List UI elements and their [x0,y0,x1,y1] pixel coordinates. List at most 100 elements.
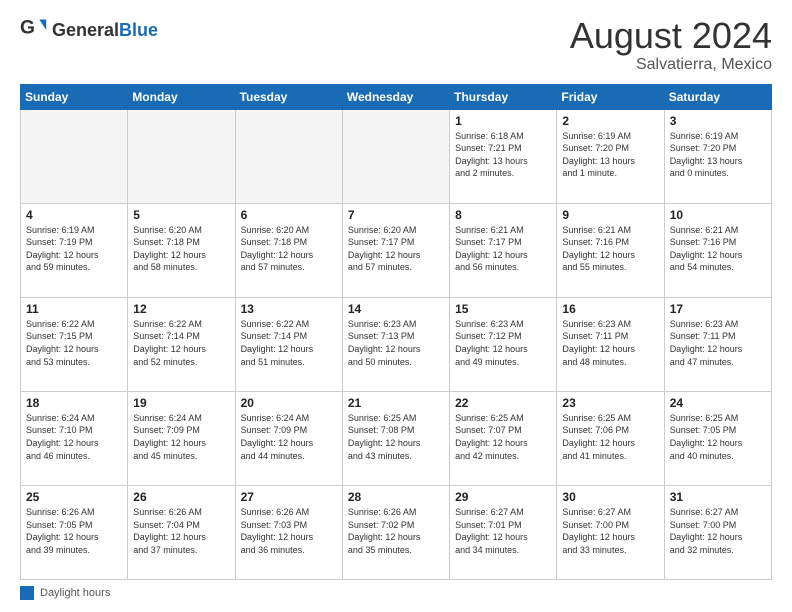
day-info: Sunrise: 6:26 AM Sunset: 7:05 PM Dayligh… [26,506,122,556]
day-info: Sunrise: 6:19 AM Sunset: 7:19 PM Dayligh… [26,224,122,274]
calendar-cell: 10 Sunrise: 6:21 AM Sunset: 7:16 PM Dayli… [664,203,771,297]
day-info: Sunrise: 6:22 AM Sunset: 7:14 PM Dayligh… [241,318,337,368]
col-wednesday: Wednesday [342,84,449,109]
calendar-cell: 11Sunrise: 6:22 AM Sunset: 7:15 PM Dayli… [21,297,128,391]
calendar-cell: 30Sunrise: 6:27 AM Sunset: 7:00 PM Dayli… [557,485,664,579]
title-block: August 2024 Salvatierra, Mexico [570,16,772,74]
logo: G GeneralBlue [20,16,158,44]
calendar-cell: 3Sunrise: 6:19 AM Sunset: 7:20 PM Daylig… [664,109,771,203]
day-number: 29 [455,490,551,504]
day-info: Sunrise: 6:25 AM Sunset: 7:07 PM Dayligh… [455,412,551,462]
day-info: Sunrise: 6:26 AM Sunset: 7:03 PM Dayligh… [241,506,337,556]
col-sunday: Sunday [21,84,128,109]
day-number: 5 [133,208,229,222]
day-number: 26 [133,490,229,504]
calendar-week-2: 4 Sunrise: 6:19 AM Sunset: 7:19 PM Daylig… [21,203,772,297]
day-number: 21 [348,396,444,410]
day-number: 12 [133,302,229,316]
day-info: Sunrise: 6:18 AM Sunset: 7:21 PM Dayligh… [455,130,551,180]
calendar-cell: 20Sunrise: 6:24 AM Sunset: 7:09 PM Dayli… [235,391,342,485]
calendar-cell: 9Sunrise: 6:21 AM Sunset: 7:16 PM Daylig… [557,203,664,297]
calendar-week-1: 1 Sunrise: 6:18 AM Sunset: 7:21 PM Daylig… [21,109,772,203]
calendar-cell: 28Sunrise: 6:26 AM Sunset: 7:02 PM Dayli… [342,485,449,579]
calendar-cell: 23 Sunrise: 6:25 AM Sunset: 7:06 PM Dayli… [557,391,664,485]
day-info: Sunrise: 6:27 AM Sunset: 7:00 PM Dayligh… [562,506,658,556]
calendar-cell: 14 Sunrise: 6:23 AM Sunset: 7:13 PM Dayli… [342,297,449,391]
day-number: 8 [455,208,551,222]
month-year: August 2024 [570,16,772,56]
day-number: 27 [241,490,337,504]
day-info: Sunrise: 6:23 AM Sunset: 7:11 PM Dayligh… [670,318,766,368]
day-number: 9 [562,208,658,222]
calendar-cell: 1 Sunrise: 6:18 AM Sunset: 7:21 PM Daylig… [450,109,557,203]
calendar-cell [235,109,342,203]
legend-color-box [20,586,34,600]
calendar-cell [342,109,449,203]
page: G GeneralBlue August 2024 Salvatierra, M… [0,0,792,612]
logo-blue: Blue [119,20,158,40]
col-thursday: Thursday [450,84,557,109]
col-friday: Friday [557,84,664,109]
day-number: 31 [670,490,766,504]
day-info: Sunrise: 6:26 AM Sunset: 7:02 PM Dayligh… [348,506,444,556]
svg-text:G: G [20,18,35,39]
calendar-cell: 24 Sunrise: 6:25 AM Sunset: 7:05 PM Dayli… [664,391,771,485]
day-info: Sunrise: 6:25 AM Sunset: 7:05 PM Dayligh… [670,412,766,462]
day-number: 1 [455,114,551,128]
day-info: Sunrise: 6:27 AM Sunset: 7:01 PM Dayligh… [455,506,551,556]
day-number: 15 [455,302,551,316]
day-info: Sunrise: 6:22 AM Sunset: 7:14 PM Dayligh… [133,318,229,368]
day-info: Sunrise: 6:23 AM Sunset: 7:13 PM Dayligh… [348,318,444,368]
col-saturday: Saturday [664,84,771,109]
logo-icon: G [20,16,48,44]
calendar-cell: 4 Sunrise: 6:19 AM Sunset: 7:19 PM Daylig… [21,203,128,297]
day-number: 23 [562,396,658,410]
day-info: Sunrise: 6:21 AM Sunset: 7:16 PM Dayligh… [670,224,766,274]
calendar-cell: 12 Sunrise: 6:22 AM Sunset: 7:14 PM Dayli… [128,297,235,391]
day-number: 22 [455,396,551,410]
day-number: 11 [26,302,122,316]
header: G GeneralBlue August 2024 Salvatierra, M… [20,16,772,74]
day-number: 4 [26,208,122,222]
calendar-cell: 7Sunrise: 6:20 AM Sunset: 7:17 PM Daylig… [342,203,449,297]
day-number: 16 [562,302,658,316]
day-info: Sunrise: 6:23 AM Sunset: 7:11 PM Dayligh… [562,318,658,368]
calendar-cell [128,109,235,203]
day-number: 7 [348,208,444,222]
day-number: 25 [26,490,122,504]
calendar-cell: 17 Sunrise: 6:23 AM Sunset: 7:11 PM Dayli… [664,297,771,391]
day-number: 24 [670,396,766,410]
logo-general: General [52,20,119,40]
calendar-cell: 5 Sunrise: 6:20 AM Sunset: 7:18 PM Daylig… [128,203,235,297]
day-info: Sunrise: 6:24 AM Sunset: 7:10 PM Dayligh… [26,412,122,462]
legend-label: Daylight hours [40,587,110,599]
day-number: 19 [133,396,229,410]
day-number: 10 [670,208,766,222]
day-number: 2 [562,114,658,128]
day-info: Sunrise: 6:21 AM Sunset: 7:17 PM Dayligh… [455,224,551,274]
calendar-cell: 19 Sunrise: 6:24 AM Sunset: 7:09 PM Dayli… [128,391,235,485]
day-number: 13 [241,302,337,316]
col-monday: Monday [128,84,235,109]
calendar-cell: 27 Sunrise: 6:26 AM Sunset: 7:03 PM Dayli… [235,485,342,579]
calendar-cell: 8 Sunrise: 6:21 AM Sunset: 7:17 PM Daylig… [450,203,557,297]
day-number: 17 [670,302,766,316]
day-info: Sunrise: 6:25 AM Sunset: 7:06 PM Dayligh… [562,412,658,462]
calendar-cell: 25 Sunrise: 6:26 AM Sunset: 7:05 PM Dayli… [21,485,128,579]
day-info: Sunrise: 6:25 AM Sunset: 7:08 PM Dayligh… [348,412,444,462]
day-info: Sunrise: 6:20 AM Sunset: 7:18 PM Dayligh… [241,224,337,274]
calendar-cell: 22 Sunrise: 6:25 AM Sunset: 7:07 PM Dayli… [450,391,557,485]
calendar-cell: 18Sunrise: 6:24 AM Sunset: 7:10 PM Dayli… [21,391,128,485]
calendar-cell [21,109,128,203]
day-info: Sunrise: 6:24 AM Sunset: 7:09 PM Dayligh… [241,412,337,462]
calendar-cell: 6Sunrise: 6:20 AM Sunset: 7:18 PM Daylig… [235,203,342,297]
day-info: Sunrise: 6:19 AM Sunset: 7:20 PM Dayligh… [562,130,658,180]
calendar-cell: 16 Sunrise: 6:23 AM Sunset: 7:11 PM Dayli… [557,297,664,391]
day-info: Sunrise: 6:23 AM Sunset: 7:12 PM Dayligh… [455,318,551,368]
day-info: Sunrise: 6:24 AM Sunset: 7:09 PM Dayligh… [133,412,229,462]
calendar-cell: 21 Sunrise: 6:25 AM Sunset: 7:08 PM Dayli… [342,391,449,485]
day-number: 14 [348,302,444,316]
day-info: Sunrise: 6:19 AM Sunset: 7:20 PM Dayligh… [670,130,766,180]
calendar-cell: 31Sunrise: 6:27 AM Sunset: 7:00 PM Dayli… [664,485,771,579]
day-info: Sunrise: 6:20 AM Sunset: 7:18 PM Dayligh… [133,224,229,274]
